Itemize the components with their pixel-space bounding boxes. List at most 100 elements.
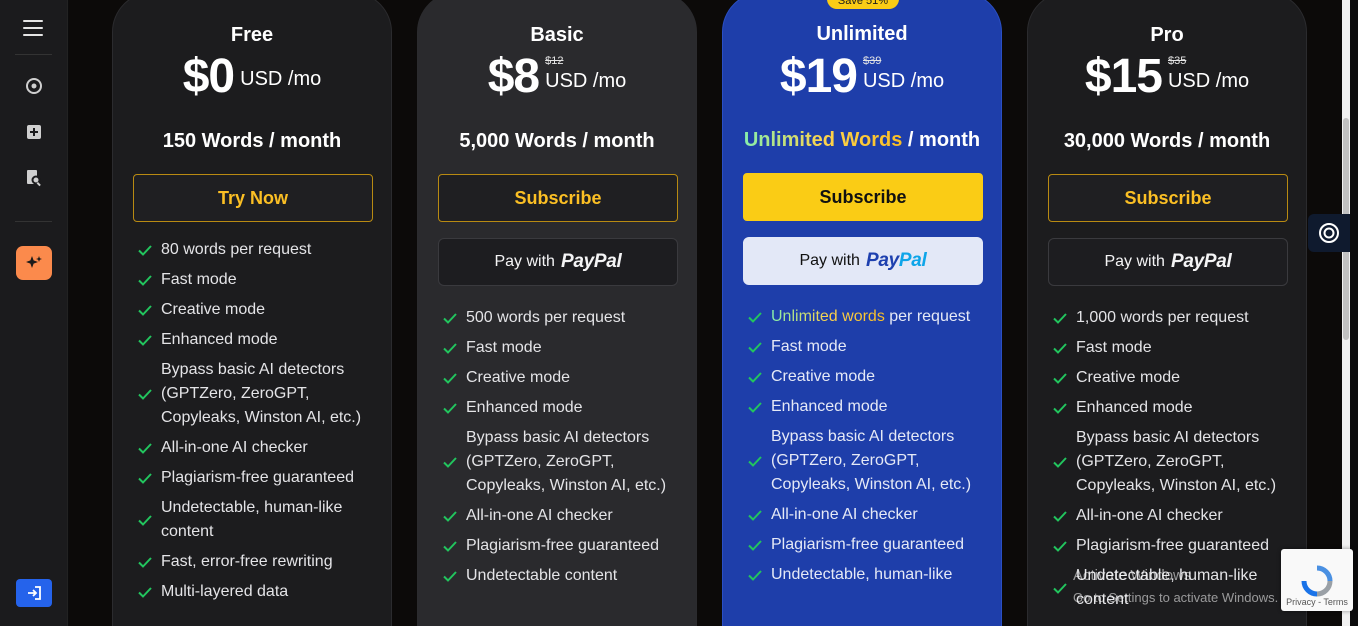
feature-item: Enhanced mode — [137, 328, 377, 352]
page-scrollbar[interactable] — [1342, 0, 1350, 626]
feature-item: Creative mode — [747, 365, 987, 389]
subscribe-button[interactable]: Subscribe — [438, 174, 678, 222]
feature-item: Creative mode — [442, 366, 682, 390]
subscribe-button[interactable]: Subscribe — [743, 173, 983, 221]
check-icon — [138, 275, 152, 286]
plan-card-unlimited: Save 51% Unlimited $19 $39 USD /mo Unlim… — [722, 0, 1002, 626]
paypal-logo-icon: PayPal — [560, 251, 622, 272]
old-price: $12 — [545, 55, 564, 67]
word-quota: 150 Words / month — [162, 130, 342, 152]
check-icon — [748, 372, 762, 383]
price: $0 — [182, 50, 235, 103]
check-icon — [748, 342, 762, 353]
feature-item: Creative mode — [137, 298, 377, 322]
check-icon — [138, 389, 152, 400]
feature-item: Bypass basic AI detectors (GPTZero, Zero… — [442, 426, 682, 498]
plan-card-pro: Pro $15 $35 USD /mo 30,000 Words / month… — [1027, 0, 1307, 626]
menu-icon — [23, 20, 43, 36]
feature-item: Plagiarism-free guaranteed — [747, 533, 987, 557]
check-icon — [443, 571, 457, 582]
paypal-button[interactable]: Pay with PayPal — [743, 237, 983, 285]
check-icon — [748, 456, 762, 467]
history-icon — [26, 78, 42, 94]
price-row: $8 $12 USD /mo — [418, 49, 696, 105]
paypal-button[interactable]: Pay with PayPal — [438, 238, 678, 286]
price-row: $0 USD /mo — [113, 49, 391, 105]
check-icon — [1053, 457, 1067, 468]
check-icon — [443, 373, 457, 384]
check-icon — [138, 335, 152, 346]
check-icon — [1053, 313, 1067, 324]
feature-item: 500 words per request — [442, 306, 682, 330]
rail-divider — [15, 221, 52, 222]
login-button[interactable] — [16, 579, 52, 607]
recaptcha-badge[interactable]: Privacy - Terms — [1281, 549, 1353, 611]
price: $15 — [1084, 50, 1163, 103]
paypal-logo-icon: PayPal — [1170, 251, 1232, 272]
check-icon — [1053, 541, 1067, 552]
price-unit: USD /mo — [240, 68, 322, 90]
feature-item: Enhanced mode — [442, 396, 682, 420]
try-now-button[interactable]: Try Now — [133, 174, 373, 222]
feature-list: 80 words per request Fast mode Creative mo… — [137, 238, 377, 610]
plan-name: Basic — [530, 24, 584, 46]
feature-item: Plagiarism-free guaranteed — [137, 466, 377, 490]
feature-item: All-in-one AI checker — [442, 504, 682, 528]
left-rail — [0, 0, 68, 626]
feature-item: Fast, error-free rewriting — [137, 550, 377, 574]
add-icon — [27, 125, 41, 139]
check-icon — [748, 510, 762, 521]
check-icon — [1053, 511, 1067, 522]
pricing-area: Free $0 USD /mo 150 Words / month Try No… — [69, 0, 1350, 626]
feature-item: Undetectable, human-like content — [137, 496, 377, 544]
ai-humanizer-button[interactable] — [16, 246, 52, 280]
check-icon — [443, 403, 457, 414]
word-quota: 30,000 Words / month — [1063, 130, 1271, 152]
feature-item: All-in-one AI checker — [137, 436, 377, 460]
new-document-button[interactable] — [14, 112, 54, 152]
rail-divider — [15, 54, 52, 55]
check-icon — [748, 540, 762, 551]
login-icon — [28, 586, 41, 600]
floating-widget-button[interactable] — [1308, 214, 1350, 252]
feature-item: All-in-one AI checker — [1052, 504, 1292, 528]
check-icon — [748, 312, 762, 323]
paypal-logo-icon: PayPal — [865, 250, 927, 271]
feature-item: All-in-one AI checker — [747, 503, 987, 527]
ai-checker-button[interactable] — [14, 158, 54, 198]
windows-activation-watermark: Activate Windows Go to Settings to activ… — [1073, 567, 1279, 605]
subscribe-button[interactable]: Subscribe — [1048, 174, 1288, 222]
menu-button[interactable] — [14, 8, 54, 48]
feature-item: Plagiarism-free guaranteed — [1052, 534, 1292, 558]
history-button[interactable] — [14, 66, 54, 106]
check-icon — [1053, 343, 1067, 354]
feature-item: Creative mode — [1052, 366, 1292, 390]
price-unit: USD /mo — [1167, 70, 1250, 92]
feature-item: Fast mode — [1052, 336, 1292, 360]
sparkle-icon — [26, 256, 42, 268]
feature-item: Bypass basic AI detectors (GPTZero, Zero… — [1052, 426, 1292, 498]
feature-item: Bypass basic AI detectors (GPTZero, Zero… — [137, 358, 377, 430]
target-icon — [1319, 223, 1339, 243]
plan-name: Unlimited — [816, 23, 908, 45]
check-icon — [138, 443, 152, 454]
price-unit: USD /mo — [862, 70, 945, 92]
word-quota: Unlimited Words / month — [743, 129, 981, 151]
plan-name: Free — [230, 24, 274, 46]
price-unit: USD /mo — [545, 70, 627, 92]
feature-item: Unlimited words per request — [747, 305, 987, 329]
feature-item: Undetectable, human-like — [747, 563, 987, 587]
price-row: $19 $39 USD /mo — [723, 49, 1001, 105]
check-icon — [138, 305, 152, 316]
recaptcha-icon — [1301, 565, 1333, 597]
check-icon — [748, 570, 762, 581]
feature-item: Fast mode — [747, 335, 987, 359]
word-quota: 5,000 Words / month — [459, 130, 655, 152]
feature-item: Plagiarism-free guaranteed — [442, 534, 682, 558]
check-icon — [138, 587, 152, 598]
check-icon — [748, 402, 762, 413]
old-price: $35 — [1167, 55, 1187, 67]
feature-item: Enhanced mode — [1052, 396, 1292, 420]
paypal-button[interactable]: Pay with PayPal — [1048, 238, 1288, 286]
old-price: $39 — [862, 55, 882, 67]
